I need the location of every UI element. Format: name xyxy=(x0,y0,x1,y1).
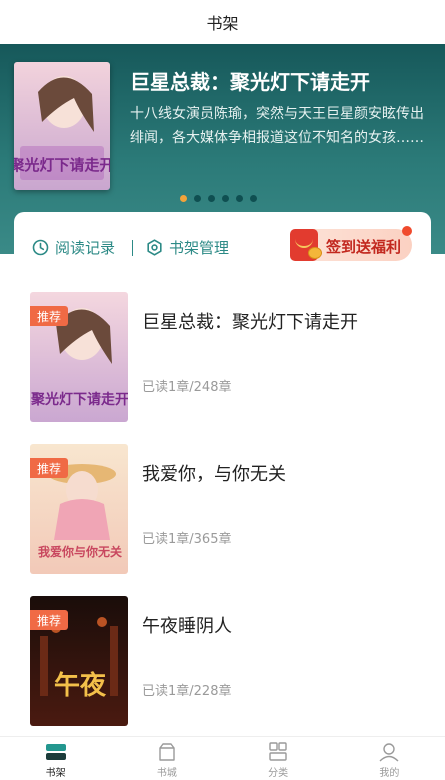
recommend-tag: 推荐 xyxy=(30,610,68,630)
book-item[interactable]: 聚光灯下请走开 推荐 巨星总裁：聚光灯下请走开 已读1章/248章 xyxy=(30,292,415,422)
book-title[interactable]: 巨星总裁：聚光灯下请走开 xyxy=(142,308,358,334)
manage-shelf-button[interactable]: 书架管理 xyxy=(146,237,229,258)
bottom-tab-bar: 书架 书城 分类 我的 xyxy=(0,736,445,780)
bookstore-icon xyxy=(159,743,175,761)
tab-bookshelf[interactable]: 书架 xyxy=(0,737,111,780)
featured-book-cover[interactable]: 聚光灯下请走开 xyxy=(14,62,110,190)
book-cover-title: 聚光灯下请走开 xyxy=(30,391,128,408)
banner-dot[interactable] xyxy=(194,195,201,202)
read-history-button[interactable]: 阅读记录 xyxy=(32,237,115,258)
category-icon xyxy=(269,742,287,761)
book-cover[interactable]: 聚光灯下请走开 推荐 xyxy=(30,292,128,422)
featured-cover-title: 聚光灯下请走开 xyxy=(14,156,110,174)
signin-reward-button[interactable]: 签到送福利 xyxy=(290,226,412,261)
banner-pagination xyxy=(180,195,257,202)
bookshelf-card: 阅读记录 书架管理 签到送福利 聚光灯下请走开 推荐 巨星总裁：聚光灯下请走开 … xyxy=(14,212,431,742)
book-title[interactable]: 午夜睡阴人 xyxy=(142,612,232,638)
featured-book-description: 十八线女演员陈瑜，突然与天王巨星颜安眩传出绯闻，各大媒体争相报道这位不知名的女孩… xyxy=(130,106,424,146)
banner-dot[interactable] xyxy=(236,195,243,202)
book-cover[interactable]: 我爱你与你无关 推荐 xyxy=(30,444,128,574)
manage-shelf-label: 书架管理 xyxy=(169,239,230,257)
book-item[interactable]: 午夜 推荐 午夜睡阴人 已读1章/228章 xyxy=(30,596,415,726)
clock-icon xyxy=(32,239,49,256)
banner-dot[interactable] xyxy=(208,195,215,202)
profile-icon xyxy=(379,743,399,762)
reading-progress: 已读1章/365章 xyxy=(142,532,232,547)
tab-bookstore[interactable]: 书城 xyxy=(111,737,222,780)
reading-progress: 已读1章/228章 xyxy=(142,684,232,699)
banner-dot[interactable] xyxy=(180,195,187,202)
tab-label: 书城 xyxy=(156,768,177,779)
notification-dot xyxy=(402,226,412,236)
banner-dot[interactable] xyxy=(250,195,257,202)
book-cover-title: 我爱你与你无关 xyxy=(38,544,122,559)
coin-icon xyxy=(308,247,322,259)
tab-label: 我的 xyxy=(379,768,400,779)
book-cover[interactable]: 午夜 推荐 xyxy=(30,596,128,726)
page-title: 书架 xyxy=(0,0,445,44)
featured-book-title[interactable]: 巨星总裁：聚光灯下请走开 xyxy=(130,66,430,95)
recommend-tag: 推荐 xyxy=(30,458,68,478)
toolbar-divider xyxy=(132,240,133,256)
book-item[interactable]: 我爱你与你无关 推荐 我爱你，与你无关 已读1章/365章 xyxy=(30,444,415,574)
recommend-tag: 推荐 xyxy=(30,306,68,326)
read-history-label: 阅读记录 xyxy=(55,239,116,257)
tab-category[interactable]: 分类 xyxy=(223,737,334,780)
bookshelf-toolbar: 阅读记录 书架管理 签到送福利 xyxy=(14,212,431,282)
tab-label: 书架 xyxy=(45,768,66,779)
banner-dot[interactable] xyxy=(222,195,229,202)
bookshelf-icon xyxy=(45,744,66,760)
reading-progress: 已读1章/248章 xyxy=(142,380,232,395)
signin-reward-label: 签到送福利 xyxy=(326,238,402,256)
gear-icon xyxy=(147,239,162,256)
tab-label: 分类 xyxy=(268,768,289,779)
book-cover-title: 午夜 xyxy=(54,670,107,701)
book-title[interactable]: 我爱你，与你无关 xyxy=(142,460,286,486)
tab-profile[interactable]: 我的 xyxy=(334,737,445,780)
